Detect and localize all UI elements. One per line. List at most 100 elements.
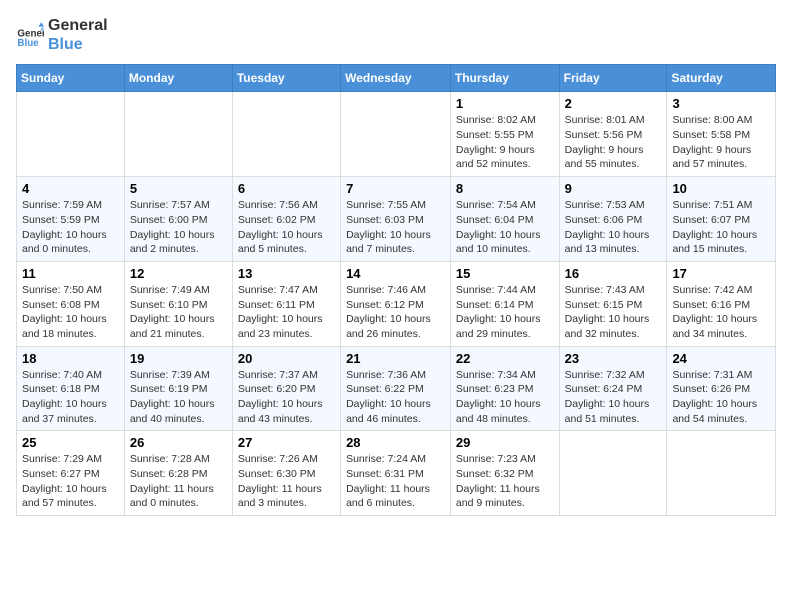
- day-number: 27: [238, 435, 335, 450]
- day-number: 24: [672, 351, 770, 366]
- day-number: 4: [22, 181, 119, 196]
- day-info: Sunrise: 7:26 AMSunset: 6:30 PMDaylight:…: [238, 452, 335, 511]
- day-info: Sunrise: 7:47 AMSunset: 6:11 PMDaylight:…: [238, 283, 335, 342]
- day-number: 20: [238, 351, 335, 366]
- day-cell: 5 Sunrise: 7:57 AMSunset: 6:00 PMDaylight…: [124, 177, 232, 262]
- day-cell: 1 Sunrise: 8:02 AMSunset: 5:55 PMDaylight…: [450, 92, 559, 177]
- day-info: Sunrise: 7:39 AMSunset: 6:19 PMDaylight:…: [130, 368, 227, 427]
- day-info: Sunrise: 7:57 AMSunset: 6:00 PMDaylight:…: [130, 198, 227, 257]
- day-info: Sunrise: 7:46 AMSunset: 6:12 PMDaylight:…: [346, 283, 445, 342]
- day-number: 13: [238, 266, 335, 281]
- col-header-tuesday: Tuesday: [232, 65, 340, 92]
- day-cell: 23 Sunrise: 7:32 AMSunset: 6:24 PMDayligh…: [559, 346, 667, 431]
- day-number: 9: [565, 181, 662, 196]
- day-cell: 3Sunrise: 8:00 AMSunset: 5:58 PMDaylight…: [667, 92, 776, 177]
- day-info: Sunrise: 7:28 AMSunset: 6:28 PMDaylight:…: [130, 452, 227, 511]
- day-number: 22: [456, 351, 554, 366]
- day-cell: 8 Sunrise: 7:54 AMSunset: 6:04 PMDaylight…: [450, 177, 559, 262]
- week-row-5: 25 Sunrise: 7:29 AMSunset: 6:27 PMDayligh…: [17, 431, 776, 516]
- col-header-saturday: Saturday: [667, 65, 776, 92]
- col-header-wednesday: Wednesday: [341, 65, 451, 92]
- day-cell: 21 Sunrise: 7:36 AMSunset: 6:22 PMDayligh…: [341, 346, 451, 431]
- day-info: Sunrise: 7:42 AMSunset: 6:16 PMDaylight:…: [672, 283, 770, 342]
- day-cell: 18 Sunrise: 7:40 AMSunset: 6:18 PMDayligh…: [17, 346, 125, 431]
- day-cell: [232, 92, 340, 177]
- day-number: 18: [22, 351, 119, 366]
- calendar-header: SundayMondayTuesdayWednesdayThursdayFrid…: [17, 65, 776, 92]
- day-cell: 7Sunrise: 7:55 AMSunset: 6:03 PMDaylight…: [341, 177, 451, 262]
- day-cell: 11Sunrise: 7:50 AMSunset: 6:08 PMDayligh…: [17, 261, 125, 346]
- day-info: Sunrise: 7:32 AMSunset: 6:24 PMDaylight:…: [565, 368, 662, 427]
- week-row-2: 4 Sunrise: 7:59 AMSunset: 5:59 PMDaylight…: [17, 177, 776, 262]
- calendar-table: SundayMondayTuesdayWednesdayThursdayFrid…: [16, 64, 776, 516]
- day-cell: [559, 431, 667, 516]
- day-info: Sunrise: 7:29 AMSunset: 6:27 PMDaylight:…: [22, 452, 119, 511]
- day-info: Sunrise: 7:49 AMSunset: 6:10 PMDaylight:…: [130, 283, 227, 342]
- day-cell: [124, 92, 232, 177]
- day-number: 12: [130, 266, 227, 281]
- day-cell: 26 Sunrise: 7:28 AMSunset: 6:28 PMDayligh…: [124, 431, 232, 516]
- day-cell: 29 Sunrise: 7:23 AMSunset: 6:32 PMDayligh…: [450, 431, 559, 516]
- day-info: Sunrise: 7:56 AMSunset: 6:02 PMDaylight:…: [238, 198, 335, 257]
- day-number: 29: [456, 435, 554, 450]
- day-number: 10: [672, 181, 770, 196]
- week-row-3: 11Sunrise: 7:50 AMSunset: 6:08 PMDayligh…: [17, 261, 776, 346]
- day-number: 28: [346, 435, 445, 450]
- day-info: Sunrise: 7:40 AMSunset: 6:18 PMDaylight:…: [22, 368, 119, 427]
- day-number: 25: [22, 435, 119, 450]
- header-row: SundayMondayTuesdayWednesdayThursdayFrid…: [17, 65, 776, 92]
- day-cell: 27 Sunrise: 7:26 AMSunset: 6:30 PMDayligh…: [232, 431, 340, 516]
- calendar-body: 1 Sunrise: 8:02 AMSunset: 5:55 PMDaylight…: [17, 92, 776, 516]
- day-info: Sunrise: 7:24 AMSunset: 6:31 PMDaylight:…: [346, 452, 445, 511]
- day-cell: 12 Sunrise: 7:49 AMSunset: 6:10 PMDayligh…: [124, 261, 232, 346]
- day-info: Sunrise: 7:43 AMSunset: 6:15 PMDaylight:…: [565, 283, 662, 342]
- day-number: 8: [456, 181, 554, 196]
- day-info: Sunrise: 7:31 AMSunset: 6:26 PMDaylight:…: [672, 368, 770, 427]
- day-info: Sunrise: 8:00 AMSunset: 5:58 PMDaylight:…: [672, 113, 770, 172]
- day-cell: 17 Sunrise: 7:42 AMSunset: 6:16 PMDayligh…: [667, 261, 776, 346]
- day-cell: 22 Sunrise: 7:34 AMSunset: 6:23 PMDayligh…: [450, 346, 559, 431]
- day-cell: 24 Sunrise: 7:31 AMSunset: 6:26 PMDayligh…: [667, 346, 776, 431]
- day-info: Sunrise: 7:36 AMSunset: 6:22 PMDaylight:…: [346, 368, 445, 427]
- logo: General Blue General Blue: [16, 16, 108, 54]
- day-cell: 16Sunrise: 7:43 AMSunset: 6:15 PMDayligh…: [559, 261, 667, 346]
- day-info: Sunrise: 7:34 AMSunset: 6:23 PMDaylight:…: [456, 368, 554, 427]
- day-number: 17: [672, 266, 770, 281]
- day-number: 6: [238, 181, 335, 196]
- day-info: Sunrise: 7:51 AMSunset: 6:07 PMDaylight:…: [672, 198, 770, 257]
- day-cell: 6 Sunrise: 7:56 AMSunset: 6:02 PMDaylight…: [232, 177, 340, 262]
- day-info: Sunrise: 7:55 AMSunset: 6:03 PMDaylight:…: [346, 198, 445, 257]
- logo-text-general: General: [48, 16, 108, 35]
- day-number: 21: [346, 351, 445, 366]
- day-cell: [341, 92, 451, 177]
- day-cell: 13 Sunrise: 7:47 AMSunset: 6:11 PMDayligh…: [232, 261, 340, 346]
- day-info: Sunrise: 7:44 AMSunset: 6:14 PMDaylight:…: [456, 283, 554, 342]
- day-number: 1: [456, 96, 554, 111]
- col-header-friday: Friday: [559, 65, 667, 92]
- day-info: Sunrise: 7:59 AMSunset: 5:59 PMDaylight:…: [22, 198, 119, 257]
- day-number: 2: [565, 96, 662, 111]
- day-cell: 19Sunrise: 7:39 AMSunset: 6:19 PMDayligh…: [124, 346, 232, 431]
- day-info: Sunrise: 7:23 AMSunset: 6:32 PMDaylight:…: [456, 452, 554, 511]
- col-header-sunday: Sunday: [17, 65, 125, 92]
- page-header: General Blue General Blue: [16, 16, 776, 54]
- day-number: 5: [130, 181, 227, 196]
- week-row-4: 18 Sunrise: 7:40 AMSunset: 6:18 PMDayligh…: [17, 346, 776, 431]
- day-cell: 10 Sunrise: 7:51 AMSunset: 6:07 PMDayligh…: [667, 177, 776, 262]
- day-info: Sunrise: 8:02 AMSunset: 5:55 PMDaylight:…: [456, 113, 554, 172]
- day-cell: 4 Sunrise: 7:59 AMSunset: 5:59 PMDaylight…: [17, 177, 125, 262]
- day-info: Sunrise: 7:37 AMSunset: 6:20 PMDaylight:…: [238, 368, 335, 427]
- day-info: Sunrise: 7:54 AMSunset: 6:04 PMDaylight:…: [456, 198, 554, 257]
- day-info: Sunrise: 7:53 AMSunset: 6:06 PMDaylight:…: [565, 198, 662, 257]
- day-number: 14: [346, 266, 445, 281]
- day-number: 26: [130, 435, 227, 450]
- day-cell: 14 Sunrise: 7:46 AMSunset: 6:12 PMDayligh…: [341, 261, 451, 346]
- col-header-monday: Monday: [124, 65, 232, 92]
- logo-icon: General Blue: [16, 21, 44, 49]
- day-cell: 2 Sunrise: 8:01 AMSunset: 5:56 PMDaylight…: [559, 92, 667, 177]
- day-number: 23: [565, 351, 662, 366]
- day-info: Sunrise: 8:01 AMSunset: 5:56 PMDaylight:…: [565, 113, 662, 172]
- svg-text:Blue: Blue: [17, 38, 39, 49]
- day-cell: 15Sunrise: 7:44 AMSunset: 6:14 PMDayligh…: [450, 261, 559, 346]
- logo-text-blue: Blue: [48, 35, 108, 54]
